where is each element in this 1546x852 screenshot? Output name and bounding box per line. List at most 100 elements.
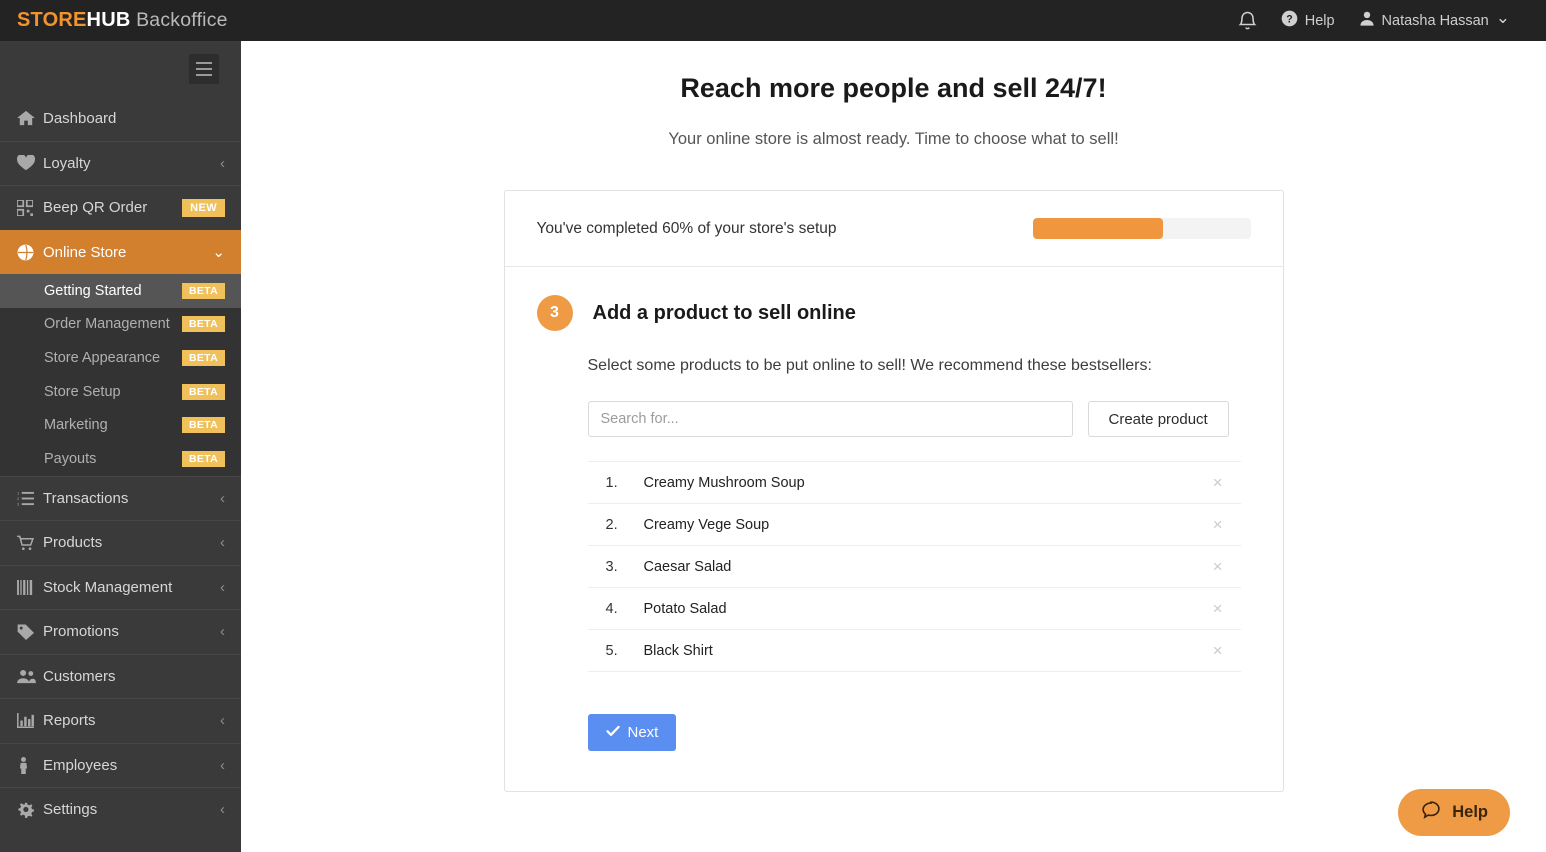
sidebar-item-label: Reports: [43, 712, 220, 729]
chevron-left-icon: ‹: [220, 580, 225, 595]
sidebar-subitem-marketing[interactable]: MarketingBETA: [0, 408, 241, 442]
chevron-left-icon: ‹: [220, 802, 225, 817]
chevron-left-icon: ‹: [220, 156, 225, 171]
sidebar-item-transactions[interactable]: 123Transactions‹: [0, 476, 241, 521]
speech-bubble-icon: [1420, 799, 1442, 826]
beta-badge: BETA: [182, 384, 225, 400]
user-menu[interactable]: Natasha Hassan ⌄: [1359, 10, 1510, 31]
sidebar-item-label: Dashboard: [43, 110, 225, 127]
step-header: 3 Add a product to sell online: [537, 295, 1251, 331]
product-index: 5.: [606, 643, 644, 659]
user-icon: [1359, 10, 1375, 31]
chevron-down-icon: ⌄: [212, 245, 225, 260]
product-name: Creamy Vege Soup: [644, 517, 1211, 533]
sidebar-item-label: Employees: [43, 757, 220, 774]
product-index: 4.: [606, 601, 644, 617]
sidebar-subitem-store-setup[interactable]: Store SetupBETA: [0, 375, 241, 409]
product-row: 2.Creamy Vege Soup×: [588, 504, 1241, 546]
sidebar-item-promotions[interactable]: Promotions‹: [0, 609, 241, 654]
remove-product-icon[interactable]: ×: [1211, 516, 1225, 533]
progress-section: You've completed 60% of your store's set…: [505, 191, 1283, 267]
sidebar-item-label: Products: [43, 534, 220, 551]
sidebar-item-products[interactable]: Products‹: [0, 520, 241, 565]
sidebar-item-label: Loyalty: [43, 155, 220, 172]
sidebar-item-beep-qr-order[interactable]: Beep QR Order NEW: [0, 185, 241, 230]
setup-card: You've completed 60% of your store's set…: [504, 190, 1284, 792]
help-widget-button[interactable]: Help: [1398, 789, 1510, 836]
top-bar-actions: ? Help Natasha Hassan ⌄: [1238, 10, 1546, 31]
hamburger-menu-icon[interactable]: [189, 54, 219, 84]
search-input[interactable]: [588, 401, 1073, 437]
top-bar: STOREHUB Backoffice ? Help Natasha Hassa…: [0, 0, 1546, 41]
sidebar-item-label: Settings: [43, 801, 220, 818]
sidebar-subitem-label: Store Setup: [44, 384, 182, 400]
sidebar-item-dashboard[interactable]: Dashboard: [0, 96, 241, 141]
sidebar-item-label: Online Store: [43, 244, 212, 261]
list-icon: 123: [17, 491, 43, 506]
logo-backoffice-text: Backoffice: [130, 9, 227, 31]
step-description: Select some products to be put online to…: [588, 357, 1251, 375]
beta-badge: BETA: [182, 316, 225, 332]
chevron-left-icon: ‹: [220, 535, 225, 550]
sidebar-toggle-wrap: [0, 41, 241, 96]
sidebar-item-online-store[interactable]: Online Store⌄: [0, 230, 241, 275]
logo-store-text: STORE: [17, 9, 87, 31]
gears-icon: [17, 802, 43, 818]
barcode-icon: [17, 580, 43, 595]
product-index: 1.: [606, 475, 644, 491]
remove-product-icon[interactable]: ×: [1211, 558, 1225, 575]
chevron-left-icon: ‹: [220, 491, 225, 506]
sidebar-item-label: Customers: [43, 668, 225, 685]
step-section: 3 Add a product to sell online Select so…: [505, 267, 1283, 791]
cart-icon: [17, 535, 43, 551]
beta-badge: BETA: [182, 283, 225, 299]
product-index: 3.: [606, 559, 644, 575]
qr-icon: [17, 200, 43, 216]
bell-icon[interactable]: [1238, 10, 1257, 31]
chevron-left-icon: ‹: [220, 758, 225, 773]
sidebar-subitem-order-management[interactable]: Order ManagementBETA: [0, 308, 241, 342]
step-title: Add a product to sell online: [593, 302, 856, 325]
product-index: 2.: [606, 517, 644, 533]
remove-product-icon[interactable]: ×: [1211, 642, 1225, 659]
next-button[interactable]: Next: [588, 714, 677, 751]
new-badge: NEW: [182, 199, 225, 217]
sidebar-subitem-payouts[interactable]: PayoutsBETA: [0, 442, 241, 476]
product-name: Potato Salad: [644, 601, 1211, 617]
sidebar-subitem-label: Payouts: [44, 451, 182, 467]
sidebar-nav: DashboardLoyalty‹Beep QR OrderNEWOnline …: [0, 96, 241, 832]
remove-product-icon[interactable]: ×: [1211, 474, 1225, 491]
svg-text:1: 1: [17, 491, 19, 495]
help-menu-item[interactable]: ? Help: [1281, 10, 1335, 31]
create-product-button[interactable]: Create product: [1088, 401, 1229, 437]
globe-icon: [17, 244, 43, 261]
sidebar-item-stock-management[interactable]: Stock Management‹: [0, 565, 241, 610]
sidebar-item-employees[interactable]: Employees‹: [0, 743, 241, 788]
progress-label: You've completed 60% of your store's set…: [537, 220, 837, 238]
help-label: Help: [1305, 13, 1335, 29]
sidebar-item-label: Beep QR Order: [43, 199, 176, 216]
sidebar-item-customers[interactable]: Customers: [0, 654, 241, 699]
svg-text:?: ?: [1286, 13, 1292, 25]
sidebar: DashboardLoyalty‹Beep QR OrderNEWOnline …: [0, 41, 241, 852]
chevron-left-icon: ‹: [220, 713, 225, 728]
sidebar-subitem-getting-started[interactable]: Getting StartedBETA: [0, 274, 241, 308]
page-subtitle: Your online store is almost ready. Time …: [241, 130, 1546, 149]
logo-hub-text: HUB: [87, 9, 131, 31]
tag-icon: [17, 624, 43, 640]
main-content: Reach more people and sell 24/7! Your on…: [241, 41, 1546, 852]
sidebar-item-loyalty[interactable]: Loyalty‹: [0, 141, 241, 186]
users-icon: [17, 669, 43, 684]
product-search-row: Create product: [588, 401, 1251, 437]
remove-product-icon[interactable]: ×: [1211, 600, 1225, 617]
heart-icon: [17, 155, 43, 171]
chart-icon: [17, 713, 43, 728]
sidebar-item-settings[interactable]: Settings‹: [0, 787, 241, 832]
sidebar-item-reports[interactable]: Reports‹: [0, 698, 241, 743]
beta-badge: BETA: [182, 451, 225, 467]
sidebar-subitem-store-appearance[interactable]: Store AppearanceBETA: [0, 341, 241, 375]
sidebar-item-label: Transactions: [43, 490, 220, 507]
app-logo[interactable]: STOREHUB Backoffice: [0, 9, 228, 32]
svg-text:3: 3: [17, 502, 19, 505]
sidebar-item-label: Promotions: [43, 623, 220, 640]
